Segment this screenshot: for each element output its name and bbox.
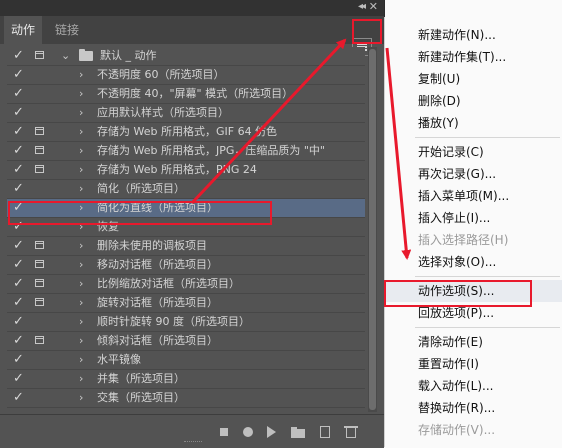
arrow-to-action-options bbox=[385, 47, 412, 260]
arrow-to-menu-button bbox=[190, 38, 347, 205]
annotation-arrows bbox=[190, 38, 412, 260]
